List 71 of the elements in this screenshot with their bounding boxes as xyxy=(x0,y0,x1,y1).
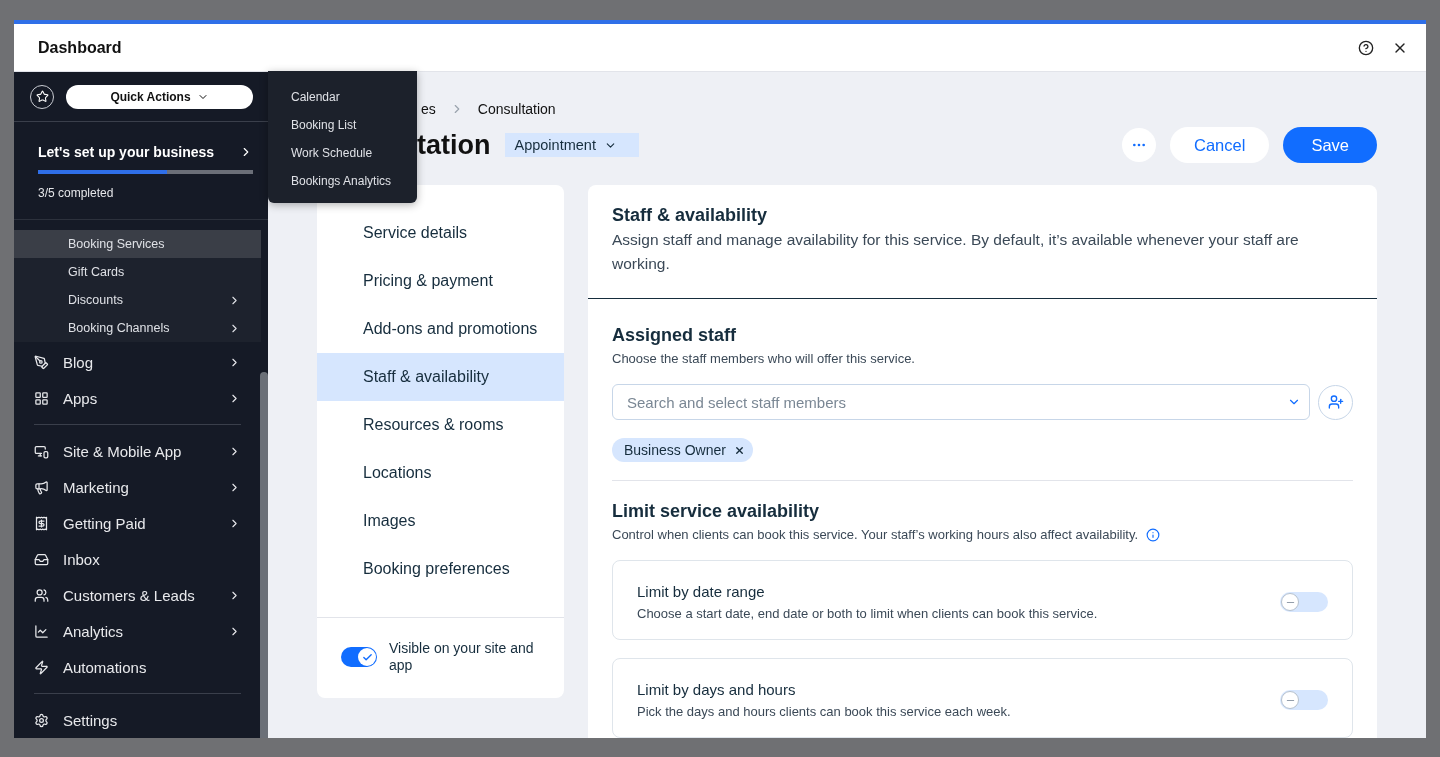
section-nav-item[interactable]: Add-ons and promotions xyxy=(317,305,564,353)
sidebar-item[interactable]: Inbox xyxy=(14,541,268,577)
page-title: tation xyxy=(417,129,491,161)
people-icon xyxy=(34,587,49,603)
staff-name: Business Owner xyxy=(624,442,726,458)
breadcrumb-link[interactable]: es xyxy=(421,101,436,117)
inbox-icon xyxy=(34,551,49,567)
megaphone-icon xyxy=(34,479,49,495)
lightning-icon xyxy=(34,659,49,675)
section-nav-item[interactable]: Pricing & payment xyxy=(317,257,564,305)
section-nav-item[interactable]: Staff & availability xyxy=(317,353,564,401)
panel-title: Staff & availability xyxy=(612,205,769,226)
save-button[interactable]: Save xyxy=(1283,127,1377,163)
section-title: Assigned staff xyxy=(612,325,738,346)
sidebar-item[interactable]: Apps xyxy=(14,380,268,416)
progress-text: 3/5 completed xyxy=(38,186,115,200)
section-nav-item[interactable]: Locations xyxy=(317,449,564,497)
submenu-item[interactable]: Booking Services xyxy=(14,230,261,258)
panel-description: Assign staff and manage availability for this service. By default, it’s available whenever your staff are working. xyxy=(612,230,1300,274)
staff-search-field[interactable]: Search and select staff members xyxy=(612,384,1310,420)
breadcrumb-current: Consultation xyxy=(477,101,556,117)
service-type-dropdown[interactable]: Appointment xyxy=(504,133,639,157)
section-nav-item[interactable]: Resources & rooms xyxy=(317,401,564,449)
sidebar-item[interactable]: Getting Paid xyxy=(14,505,268,541)
option-description: Pick the days and hours clients can book this service each week. xyxy=(637,704,1012,719)
apps-icon xyxy=(34,390,49,406)
help-icon xyxy=(1358,39,1374,56)
section-description: Control when clients can book this service. Your staff’s working hours also affect availability. xyxy=(612,527,1139,542)
option-toggle[interactable] xyxy=(1280,690,1328,710)
close-icon xyxy=(733,444,745,456)
settings-icon xyxy=(34,712,49,728)
visibility-label: Visible on your site and app xyxy=(389,640,535,674)
section-nav-item[interactable]: Service details xyxy=(317,209,564,257)
add-person-icon xyxy=(1327,394,1344,410)
submenu-item[interactable]: Booking Channels xyxy=(14,314,261,342)
section-nav-item[interactable]: Booking preferences xyxy=(317,545,564,593)
sidebar-item[interactable]: Blog xyxy=(14,344,268,380)
staff-search-input[interactable]: Search and select staff members xyxy=(625,392,1287,412)
info-icon[interactable] xyxy=(1146,527,1161,542)
remove-button[interactable] xyxy=(733,444,745,456)
sidebar-item[interactable]: Marketing xyxy=(14,469,268,505)
devices-icon xyxy=(34,443,49,459)
check-icon xyxy=(361,651,373,663)
option-toggle[interactable] xyxy=(1280,592,1328,612)
sidebar-item[interactable]: Automations xyxy=(14,649,268,685)
section-title: Limit service availability xyxy=(612,501,821,522)
menu-item[interactable]: Calendar xyxy=(268,83,417,111)
cancel-button[interactable]: Cancel xyxy=(1170,127,1270,163)
menu-item[interactable]: Bookings Analytics xyxy=(268,167,417,195)
quick-actions-button[interactable]: Quick Actions xyxy=(66,84,253,109)
window-title: Dashboard xyxy=(38,38,123,57)
sidebar-item[interactable]: Settings xyxy=(14,702,268,738)
pen-icon xyxy=(34,354,49,370)
menu-item[interactable]: Work Schedule xyxy=(268,139,417,167)
submenu-item[interactable]: Discounts xyxy=(14,286,261,314)
sidebar-item[interactable]: Analytics xyxy=(14,613,268,649)
scrollbar[interactable] xyxy=(260,372,268,738)
menu-item[interactable]: Booking List xyxy=(268,111,417,139)
chart-icon xyxy=(34,623,49,639)
option-title: Limit by date range xyxy=(637,583,766,600)
invoice-icon xyxy=(34,515,49,531)
section-description: Choose the staff members who will offer this service. xyxy=(612,351,915,366)
setup-title[interactable]: Let's set up your business xyxy=(38,144,215,160)
sidebar-item[interactable]: Customers & Leads xyxy=(14,577,268,613)
option-title: Limit by days and hours xyxy=(637,681,797,698)
add-staff-button[interactable] xyxy=(1318,384,1353,420)
visibility-toggle[interactable] xyxy=(341,647,377,667)
option-description: Choose a start date, end date or both to limit when clients can book this service. xyxy=(637,606,1099,621)
submenu-item[interactable]: Gift Cards xyxy=(14,258,261,286)
sidebar-item[interactable]: Site & Mobile App xyxy=(14,433,268,469)
section-nav-item[interactable]: Images xyxy=(317,497,564,545)
